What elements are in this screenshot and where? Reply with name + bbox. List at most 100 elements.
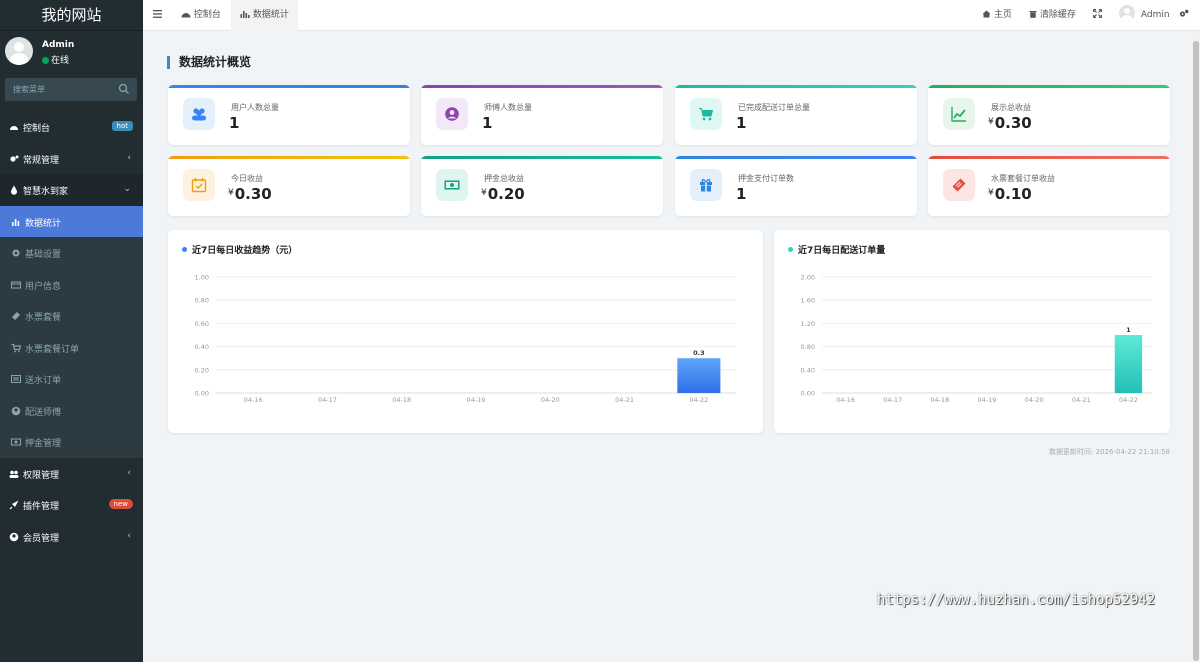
chevron-left-icon: ‹ (127, 530, 131, 541)
sidebar: 我的网站 Admin 在线 搜索菜单 控制台 hot 常规管理 ‹ 智慧水到家 … (0, 0, 143, 662)
data-updated-time: 数据更新时间: 2026-04-22 21:10:58 (1049, 448, 1170, 456)
clear-cache-button[interactable]: 清除缓存 (1029, 0, 1076, 31)
y-tick-label: 0.40 (801, 366, 815, 374)
sidebar-item-user-info[interactable]: 用户信息 (0, 268, 143, 300)
chevron-left-icon: ‹ (127, 467, 131, 478)
sidebar-item-label: 插件管理 (23, 502, 60, 512)
sidebar-item-couriers[interactable]: 配送师傅 (0, 394, 143, 426)
stat-label: 已完成配送订单总量 (738, 103, 810, 112)
id-card-icon (11, 281, 21, 288)
stat-label: 展示总收益 (991, 103, 1031, 112)
x-tick-label: 04-19 (978, 396, 997, 404)
users-icon (183, 98, 215, 130)
x-tick-label: 04-17 (883, 396, 902, 404)
x-tick-label: 04-21 (615, 396, 634, 404)
sidebar-item-permissions[interactable]: 权限管理 ‹ (0, 458, 143, 490)
sidebar-item-label: 智慧水到家 (23, 187, 69, 197)
home-link-label: 主页 (993, 10, 1012, 20)
sidebar-item-label: 数据统计 (25, 218, 62, 229)
data-label: 1 (1126, 326, 1131, 334)
sidebar-item-label: 配送师傅 (25, 407, 62, 418)
x-tick-label: 04-19 (467, 396, 486, 404)
sidebar-item-stats[interactable]: 数据统计 (0, 205, 143, 237)
page-scrollbar[interactable] (1192, 31, 1200, 662)
sidebar-item-members[interactable]: 会员管理 ‹ (0, 521, 143, 553)
stat-label: 水票套餐订单收益 (991, 174, 1055, 183)
chevron-left-icon: ‹ (127, 152, 131, 163)
line-chart-icon (943, 98, 975, 130)
revenue-chart-panel: 近7日每日收益趋势（元） 0.00 0.20 0.40 0.60 0.80 1.00 04-… (168, 230, 763, 433)
sidebar-item-label: 会员管理 (23, 533, 60, 544)
cogs-icon (1179, 9, 1189, 17)
search-icon[interactable] (118, 83, 130, 95)
stat-value: ¥0.30 (228, 185, 272, 203)
revenue-bar-chart: 0.00 0.20 0.40 0.60 0.80 1.00 04-16 04-17 04-18 0… (195, 274, 736, 404)
avatar (1119, 5, 1135, 21)
x-tick-label: 04-20 (1025, 396, 1044, 404)
sidebar-item-plugins[interactable]: 插件管理 new (0, 489, 143, 521)
chart-bar (1114, 335, 1143, 393)
y-tick-label: 0.80 (801, 343, 815, 351)
y-tick-label: 0.20 (195, 366, 209, 374)
sidebar-item-label: 水票套餐 (25, 313, 62, 323)
sidebar-item-water[interactable]: 智慧水到家 ⌄ (0, 174, 143, 206)
stat-value: ¥0.30 (988, 114, 1032, 132)
x-tick-label: 04-20 (541, 396, 560, 404)
x-tick-label: 04-18 (392, 396, 411, 404)
sidebar-item-general[interactable]: 常规管理 ‹ (0, 143, 143, 175)
stat-label: 师傅人数总量 (484, 103, 532, 112)
stat-value: ¥0.10 (988, 185, 1032, 203)
x-tick-label: 04-18 (930, 396, 949, 404)
tab-stats-label: 数据统计 (252, 10, 289, 20)
cogs-icon (10, 155, 19, 162)
sidebar-item-basic-settings[interactable]: 基础设置 (0, 237, 143, 269)
site-logo-title[interactable]: 我的网站 (0, 0, 143, 31)
fullscreen-icon (1092, 8, 1103, 19)
menu-search[interactable]: 搜索菜单 (5, 78, 137, 101)
stat-value: 1 (736, 185, 747, 203)
sidebar-item-delivery-orders[interactable]: 送水订单 (0, 363, 143, 395)
user-circle-icon (11, 406, 21, 415)
sidebar-item-label: 用户信息 (25, 281, 62, 292)
chart-bar (677, 358, 721, 393)
sidebar-item-deposit[interactable]: 押金管理 (0, 426, 143, 458)
menu-search-input[interactable]: 搜索菜单 (13, 84, 45, 95)
page-title: 数据统计概览 (167, 56, 251, 69)
calendar-check-icon (183, 169, 215, 201)
user-circle-icon (436, 98, 468, 130)
user-status-label: 在线 (51, 56, 70, 66)
user-circle-icon (9, 532, 19, 541)
sidebar-item-ticket-orders[interactable]: 水票套餐订单 (0, 331, 143, 363)
list-icon (11, 375, 21, 383)
y-tick-label: 1.60 (801, 297, 815, 305)
tab-stats[interactable]: 数据统计 (231, 0, 298, 31)
stat-label: 今日收益 (231, 174, 263, 183)
hot-badge: hot (111, 121, 133, 131)
y-tick-label: 0.80 (195, 297, 209, 305)
fullscreen-button[interactable] (1092, 0, 1103, 31)
y-tick-label: 2.00 (801, 274, 815, 282)
y-tick-label: 0.00 (195, 390, 209, 398)
scrollbar-thumb[interactable] (1193, 41, 1199, 661)
stat-card-total-revenue: 展示总收益 ¥0.30 (928, 85, 1170, 145)
home-link[interactable]: 主页 (982, 0, 1012, 31)
gift-icon (690, 169, 722, 201)
sidebar-item-dashboard[interactable]: 控制台 hot (0, 111, 143, 143)
user-panel: Admin 在线 (0, 37, 143, 76)
y-tick-label: 0.60 (195, 320, 209, 328)
stat-card-completed-orders: 已完成配送订单总量 1 (675, 85, 917, 145)
x-tick-label: 04-17 (318, 396, 337, 404)
sidebar-item-water-ticket[interactable]: 水票套餐 (0, 300, 143, 332)
menu-toggle-icon[interactable] (153, 0, 162, 31)
ticket-icon (943, 169, 975, 201)
tab-console[interactable]: 控制台 (181, 0, 221, 31)
avatar (5, 37, 33, 65)
user-status: 在线 (42, 53, 69, 66)
stat-value: ¥0.20 (481, 185, 525, 203)
orders-chart-panel: 近7日每日配送订单量 0.00 0.40 0.80 1.20 1.60 2.00 04-16… (774, 230, 1170, 433)
admin-user-menu[interactable]: Admin (1119, 0, 1170, 31)
stat-card-ticket-revenue: 水票套餐订单收益 ¥0.10 (928, 156, 1170, 216)
cart-icon (11, 343, 21, 352)
settings-button[interactable] (1179, 0, 1189, 31)
water-drop-icon (11, 185, 17, 195)
